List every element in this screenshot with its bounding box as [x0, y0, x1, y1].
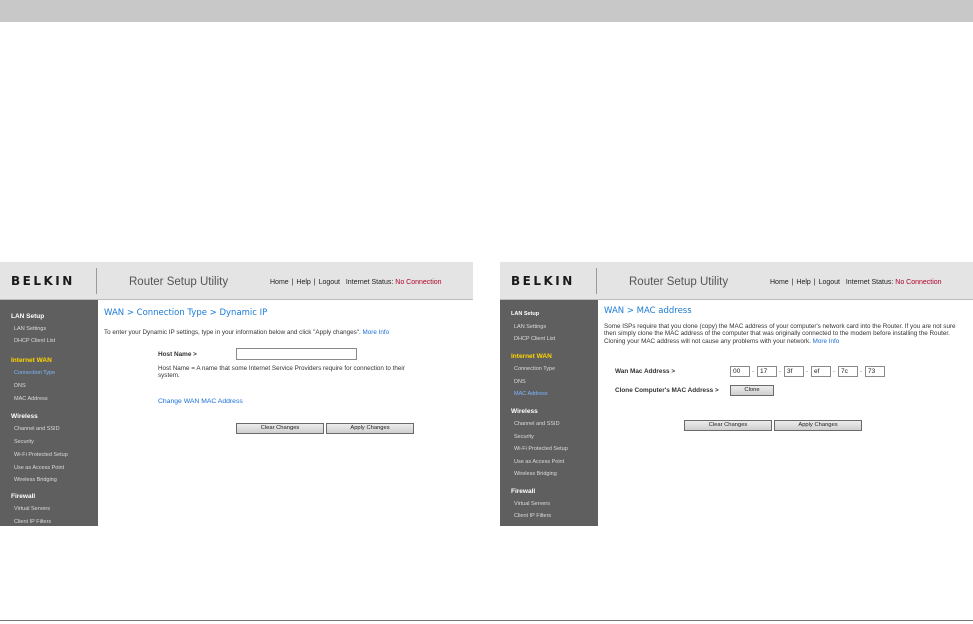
change-wan-mac-link[interactable]: Change WAN MAC Address: [158, 398, 243, 405]
help-link[interactable]: Help: [296, 279, 310, 286]
home-link[interactable]: Home: [270, 279, 289, 286]
sidebar-item-mac-address[interactable]: MAC Address: [514, 391, 548, 397]
app-title: Router Setup Utility: [629, 276, 729, 288]
left-screenshot-dynamic-ip: BELKIN Router Setup Utility Home | Help …: [0, 262, 473, 526]
more-info-link[interactable]: More Info: [362, 329, 389, 336]
sidebar-item-wireless-bridging[interactable]: Wireless Bridging: [14, 477, 57, 483]
mac-separator: .: [860, 367, 862, 374]
main-content: WAN > Connection Type > Dynamic IP To en…: [104, 308, 464, 434]
mac-separator: .: [752, 367, 754, 374]
nav-separator: |: [313, 279, 316, 286]
intro-text: Some ISPs require that you clone (copy) …: [604, 323, 959, 345]
intro-sentence: To enter your Dynamic IP settings, type …: [104, 329, 361, 336]
mac-separator: .: [779, 367, 781, 374]
sidebar-item-lan-settings[interactable]: LAN Settings: [14, 326, 46, 332]
logout-link[interactable]: Logout: [319, 279, 340, 286]
sidebar-group-lan-setup: LAN Setup: [11, 313, 45, 320]
internet-status-label: Internet Status:: [345, 279, 394, 286]
sidebar-item-lan-settings[interactable]: LAN Settings: [514, 324, 546, 330]
intro-text: To enter your Dynamic IP settings, type …: [104, 329, 464, 336]
wan-mac-label: Wan Mac Address >: [615, 368, 676, 375]
sidebar-item-client-ip-filters[interactable]: Client IP Filters: [14, 519, 51, 525]
sidebar-item-channel-ssid[interactable]: Channel and SSID: [14, 426, 60, 432]
apply-changes-button[interactable]: Apply Changes: [774, 420, 862, 431]
mac-octet-6[interactable]: [865, 366, 885, 377]
host-name-help: Host Name = A name that some Internet Se…: [158, 365, 405, 380]
sidebar-item-virtual-servers[interactable]: Virtual Servers: [514, 501, 550, 507]
sidebar: LAN Setup LAN Settings DHCP Client List …: [500, 300, 598, 526]
sidebar: LAN Setup LAN Settings DHCP Client List …: [0, 300, 98, 526]
internet-status-value: No Connection: [395, 279, 442, 286]
header-divider: [96, 268, 97, 294]
sidebar-item-dns[interactable]: DNS: [14, 383, 26, 389]
sidebar-item-virtual-servers[interactable]: Virtual Servers: [14, 506, 50, 512]
belkin-logo: BELKIN: [511, 274, 575, 288]
sidebar-group-wireless: Wireless: [511, 408, 538, 415]
mac-octet-5[interactable]: [838, 366, 858, 377]
mac-octet-4[interactable]: [811, 366, 831, 377]
header-nav: Home | Help | Logout Internet Status: No…: [770, 279, 942, 286]
mac-separator: .: [833, 367, 835, 374]
app-title: Router Setup Utility: [129, 276, 229, 288]
logout-link[interactable]: Logout: [819, 279, 840, 286]
sidebar-item-dns[interactable]: DNS: [514, 379, 526, 385]
sidebar-item-security[interactable]: Security: [14, 439, 34, 445]
sidebar-item-wifi-protected-setup[interactable]: Wi-Fi Protected Setup: [514, 446, 568, 452]
router-header: BELKIN Router Setup Utility Home | Help …: [0, 262, 473, 300]
nav-separator: |: [291, 279, 294, 286]
nav-separator: |: [813, 279, 816, 286]
router-header: BELKIN Router Setup Utility Home | Help …: [500, 262, 973, 300]
page-title: WAN > Connection Type > Dynamic IP: [104, 308, 268, 318]
sidebar-item-wifi-protected-setup[interactable]: Wi-Fi Protected Setup: [14, 452, 68, 458]
host-name-input[interactable]: [236, 348, 357, 360]
internet-status-value: No Connection: [895, 279, 942, 286]
home-link[interactable]: Home: [770, 279, 789, 286]
more-info-link[interactable]: More Info: [813, 338, 840, 345]
clear-changes-button[interactable]: Clear Changes: [684, 420, 772, 431]
main-content: WAN > MAC address Some ISPs require that…: [604, 306, 964, 431]
header-divider: [596, 268, 597, 294]
intro-sentence: Some ISPs require that you clone (copy) …: [604, 323, 956, 345]
sidebar-item-wireless-bridging[interactable]: Wireless Bridging: [514, 471, 557, 477]
sidebar-group-internet-wan: Internet WAN: [11, 357, 52, 364]
top-header-bar: [0, 0, 973, 22]
sidebar-group-lan-setup: LAN Setup: [511, 311, 540, 317]
mac-octet-1[interactable]: [730, 366, 750, 377]
mac-separator: .: [806, 367, 808, 374]
mac-octet-3[interactable]: [784, 366, 804, 377]
host-name-label: Host Name >: [158, 351, 197, 358]
clone-mac-label: Clone Computer's MAC Address >: [615, 387, 719, 394]
sidebar-item-client-ip-filters[interactable]: Client IP Filters: [514, 513, 551, 519]
page-title: WAN > MAC address: [604, 306, 692, 316]
sidebar-item-access-point[interactable]: Use as Access Point: [14, 465, 64, 471]
sidebar-group-firewall: Firewall: [511, 488, 536, 495]
mac-octet-2[interactable]: [757, 366, 777, 377]
clear-changes-button[interactable]: Clear Changes: [236, 423, 324, 434]
right-screenshot-mac-address: BELKIN Router Setup Utility Home | Help …: [500, 262, 973, 526]
sidebar-group-internet-wan: Internet WAN: [511, 353, 552, 360]
sidebar-item-dhcp-client-list[interactable]: DHCP Client List: [514, 336, 555, 342]
belkin-logo: BELKIN: [11, 274, 75, 288]
sidebar-item-dhcp-client-list[interactable]: DHCP Client List: [14, 338, 55, 344]
clone-button[interactable]: Clone: [730, 385, 774, 396]
sidebar-item-security[interactable]: Security: [514, 434, 534, 440]
sidebar-item-connection-type[interactable]: Connection Type: [514, 366, 555, 372]
sidebar-group-wireless: Wireless: [11, 413, 38, 420]
sidebar-item-access-point[interactable]: Use as Access Point: [514, 459, 564, 465]
sidebar-item-mac-address[interactable]: MAC Address: [14, 396, 48, 402]
apply-changes-button[interactable]: Apply Changes: [326, 423, 414, 434]
sidebar-item-connection-type[interactable]: Connection Type: [14, 370, 55, 376]
nav-separator: |: [791, 279, 794, 286]
internet-status-label: Internet Status:: [845, 279, 894, 286]
sidebar-item-channel-ssid[interactable]: Channel and SSID: [514, 421, 560, 427]
bottom-divider: [0, 620, 973, 621]
sidebar-group-firewall: Firewall: [11, 493, 36, 500]
help-link[interactable]: Help: [796, 279, 810, 286]
header-nav: Home | Help | Logout Internet Status: No…: [270, 279, 442, 286]
